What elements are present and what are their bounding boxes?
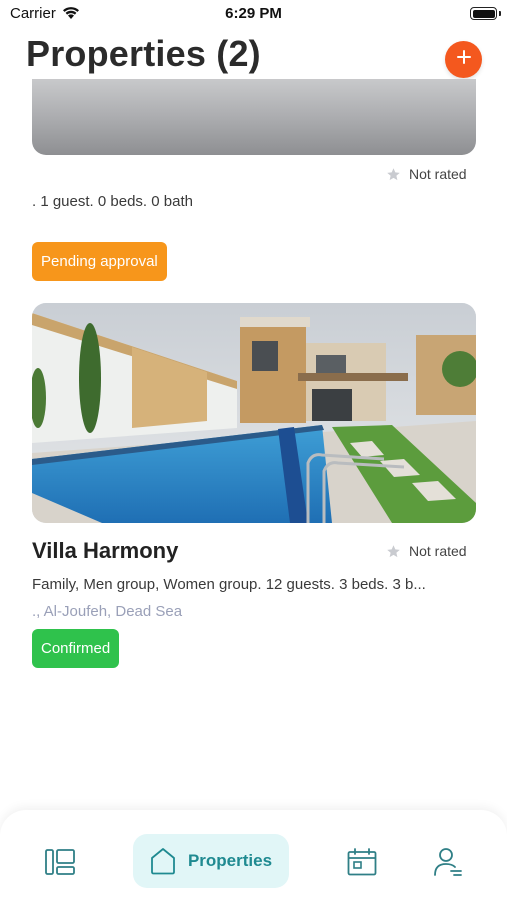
rating-label: Not rated xyxy=(409,543,467,559)
property-image xyxy=(32,303,476,523)
nav-dashboard[interactable] xyxy=(40,842,80,882)
status-bar: Carrier 6:29 PM xyxy=(0,0,507,28)
rating-label: Not rated xyxy=(409,166,467,182)
nav-calendar[interactable] xyxy=(342,842,382,882)
nav-properties[interactable]: Properties xyxy=(133,834,289,888)
plus-icon xyxy=(456,50,471,69)
property-image xyxy=(32,79,476,155)
home-icon xyxy=(151,848,175,875)
profile-icon xyxy=(434,848,462,876)
battery-cap xyxy=(499,11,501,16)
add-property-button[interactable] xyxy=(445,41,482,78)
property-title: Villa Harmony xyxy=(32,538,179,563)
status-badge: Pending approval xyxy=(32,242,167,281)
property-details: . 1 guest. 0 beds. 0 bath xyxy=(32,193,193,210)
status-badge: Confirmed xyxy=(32,629,120,668)
property-location: ., Al-Joufeh, Dead Sea xyxy=(32,603,183,620)
dashboard-icon xyxy=(45,849,75,875)
battery-icon xyxy=(470,7,497,20)
rating: Not rated xyxy=(386,543,467,559)
star-icon xyxy=(387,167,400,180)
property-details: Family, Men group, Women group. 12 guest… xyxy=(32,576,426,593)
bottom-nav: Properties xyxy=(0,810,507,900)
clock: 6:29 PM xyxy=(225,5,282,22)
page-title: Properties (2) xyxy=(26,33,261,74)
rating: Not rated xyxy=(386,166,467,182)
nav-profile[interactable] xyxy=(428,842,468,882)
star-icon xyxy=(387,544,400,557)
nav-properties-label: Properties xyxy=(187,851,273,870)
calendar-icon xyxy=(347,848,377,876)
